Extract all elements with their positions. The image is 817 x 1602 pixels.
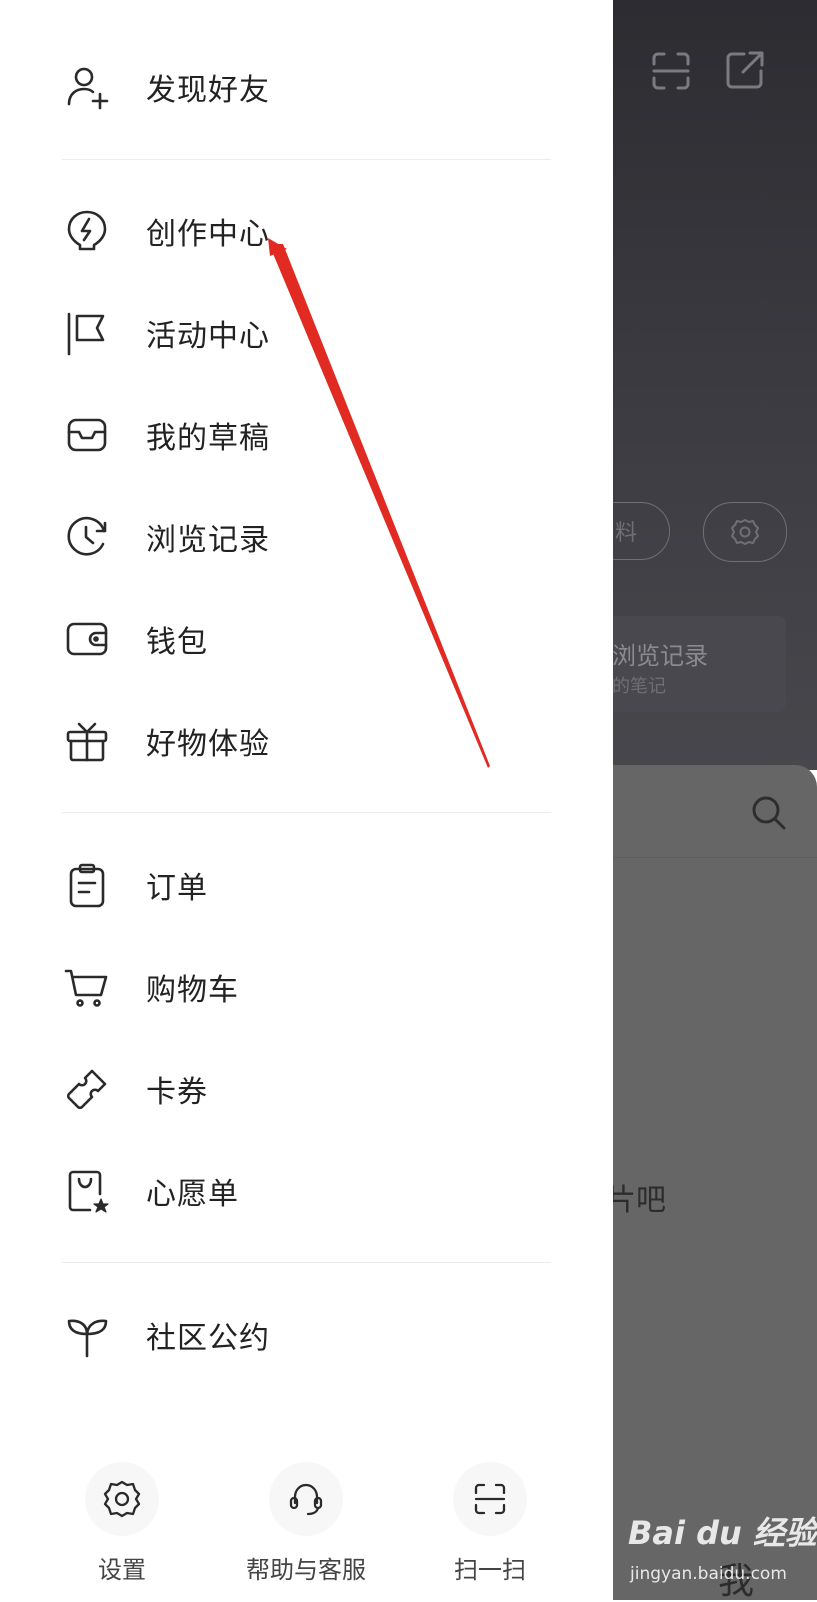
clipboard-icon — [69, 863, 105, 908]
menu-item-wishlist[interactable]: 心愿单 — [0, 1148, 613, 1234]
coupon-icon — [66, 1069, 107, 1110]
menu-item-label: 钱包 — [146, 625, 208, 660]
add-friend-icon — [67, 67, 109, 110]
menu-divider — [62, 812, 551, 813]
edit-profile-pill-text: 料 — [614, 521, 637, 546]
menu-item-wallet[interactable]: 钱包 — [0, 596, 613, 682]
scan-button-circle — [453, 1462, 527, 1536]
gift-icon — [66, 722, 108, 762]
menu-item-label: 活动中心 — [146, 319, 270, 354]
browse-history-card-title: 浏览记录 — [612, 642, 708, 670]
help-support-button-circle — [269, 1462, 343, 1536]
scan-button-label: 扫一扫 — [454, 1556, 526, 1584]
menu-item-label: 订单 — [146, 871, 208, 906]
menu-item-label: 好物体验 — [146, 727, 270, 762]
history-clock-icon — [67, 516, 107, 556]
scan-icon-background[interactable] — [650, 50, 692, 92]
inbox-icon — [67, 418, 107, 452]
menu-item-label: 发现好友 — [146, 73, 270, 108]
share-icon-background[interactable] — [724, 49, 766, 91]
gear-icon — [103, 1480, 141, 1518]
cart-icon — [64, 969, 108, 1007]
background-divider — [600, 857, 817, 858]
menu-item-label: 卡券 — [146, 1075, 208, 1110]
watermark-brand: Bai du 经验 — [628, 1514, 817, 1552]
menu-item-label: 购物车 — [146, 973, 239, 1008]
menu-item-coupons[interactable]: 卡券 — [0, 1046, 613, 1132]
settings-pill[interactable] — [703, 502, 787, 562]
sprout-icon — [67, 1319, 108, 1358]
flag-icon — [67, 312, 105, 356]
menu-item-my-drafts[interactable]: 我的草稿 — [0, 392, 613, 478]
menu-item-label: 我的草稿 — [146, 421, 270, 456]
menu-item-label: 浏览记录 — [146, 523, 270, 558]
scan-button[interactable]: 扫一扫 — [400, 1462, 580, 1602]
browse-history-card[interactable]: 浏览记录 的笔记 — [600, 616, 786, 712]
menu-divider — [62, 159, 551, 160]
menu-item-orders[interactable]: 订单 — [0, 842, 613, 928]
watermark-url: jingyan.baidu.com — [630, 1564, 787, 1584]
menu-item-product-trial[interactable]: 好物体验 — [0, 698, 613, 784]
gear-icon-background — [731, 519, 759, 545]
help-support-button-label: 帮助与客服 — [246, 1556, 366, 1584]
scan-icon — [474, 1483, 506, 1515]
menu-item-label: 心愿单 — [146, 1177, 239, 1212]
browse-history-card-subtitle: 的笔记 — [612, 676, 666, 697]
lightbulb-bolt-icon — [67, 210, 107, 251]
background-empty-hint: 片吧 — [606, 1183, 666, 1218]
help-support-button[interactable]: 帮助与客服 — [216, 1462, 396, 1602]
menu-item-creator-center[interactable]: 创作中心 — [0, 188, 613, 274]
menu-item-activity-center[interactable]: 活动中心 — [0, 290, 613, 376]
settings-button-circle — [85, 1462, 159, 1536]
menu-item-shopping-cart[interactable]: 购物车 — [0, 944, 613, 1030]
menu-item-label: 社区公约 — [146, 1321, 270, 1356]
menu-item-label: 创作中心 — [146, 217, 270, 252]
settings-button[interactable]: 设置 — [32, 1462, 212, 1602]
wishlist-bag-icon — [68, 1170, 109, 1213]
menu-divider — [62, 1262, 551, 1263]
search-icon-background[interactable] — [751, 795, 787, 831]
menu-item-browse-history[interactable]: 浏览记录 — [0, 494, 613, 580]
headset-icon — [289, 1483, 323, 1516]
settings-button-label: 设置 — [98, 1556, 146, 1584]
menu-item-community-guidelines[interactable]: 社区公约 — [0, 1292, 613, 1378]
side-drawer-menu: 发现好友 创作中心 活动中心 我的草稿 浏览记录 钱包 好物体验 订单 购物车 … — [0, 0, 613, 1600]
menu-item-find-friends[interactable]: 发现好友 — [0, 44, 613, 130]
baidu-jingyan-watermark: Bai du 经验 jingyan.baidu.com — [612, 1506, 817, 1600]
wallet-icon — [66, 622, 108, 656]
